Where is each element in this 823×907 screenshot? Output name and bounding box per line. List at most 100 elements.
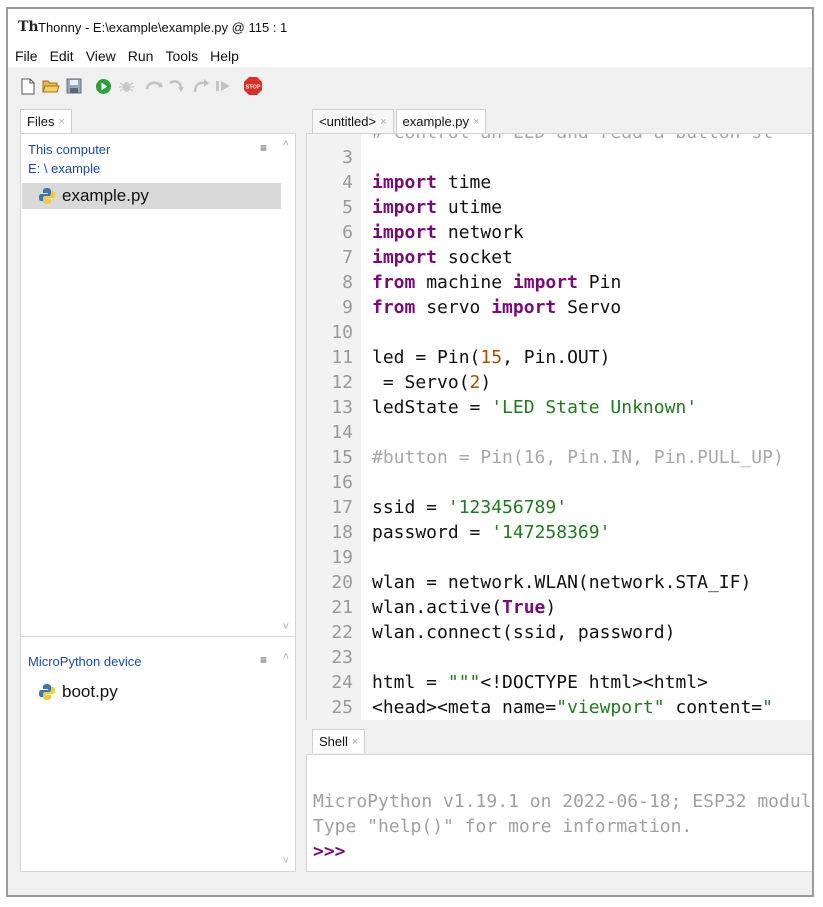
menu-view[interactable]: View [79, 48, 121, 64]
line-number: 20 [331, 572, 353, 593]
code-line: import network [372, 222, 524, 243]
line-number: 25 [331, 697, 353, 718]
menu-file[interactable]: File [8, 48, 43, 64]
tab-shell-label: Shell [319, 734, 348, 749]
code-line: <head><meta name="viewport" content=" [372, 697, 773, 718]
files-panel-computer: This computer E: \ example ≡ ˄ example.p… [20, 133, 296, 638]
tab-shell[interactable]: Shell × [312, 729, 366, 753]
code-line: wlan = network.WLAN(network.STA_IF) [372, 572, 752, 593]
line-number: 14 [331, 422, 353, 443]
code-line: from machine import Pin [372, 272, 622, 293]
new-file-icon[interactable] [18, 76, 38, 96]
menu-tools[interactable]: Tools [158, 48, 203, 64]
line-number: 18 [331, 522, 353, 543]
line-number: 4 [342, 172, 353, 193]
line-number: 11 [331, 347, 353, 368]
thonny-app-icon: Th [18, 19, 39, 35]
title-bar: Th Thonny - E:\example\example.py @ 115 … [8, 9, 812, 45]
line-number: 21 [331, 597, 353, 618]
stop-label: STOP [246, 85, 261, 91]
code-line-partial: # control an LED and read a button st [372, 134, 773, 145]
line-number: 12 [331, 372, 353, 393]
stop-icon[interactable]: STOP [243, 76, 263, 96]
tab-untitled[interactable]: <untitled> × [312, 109, 394, 133]
window-title: Thonny - E:\example\example.py @ 115 : 1 [38, 19, 288, 35]
code-line: ledState = 'LED State Unknown' [372, 397, 698, 418]
code-line: wlan.connect(ssid, password) [372, 622, 676, 643]
computer-path[interactable]: E: \ example [28, 161, 100, 176]
menu-help[interactable]: Help [203, 48, 244, 64]
code-editor[interactable]: # control an LED and read a button st 3 4… [306, 133, 812, 720]
panel-menu-icon[interactable]: ≡ [260, 653, 267, 667]
this-computer-link[interactable]: This computer [28, 142, 110, 157]
tab-example-label: example.py [402, 114, 470, 129]
code-line: #button = Pin(16, Pin.IN, Pin.PULL_UP) [372, 447, 784, 468]
line-number: 13 [331, 397, 353, 418]
line-number: 15 [331, 447, 353, 468]
line-number: 8 [342, 272, 353, 293]
file-name: example.py [62, 186, 149, 205]
code-line: password = '147258369' [372, 522, 611, 543]
shell-prompt[interactable]: >>> [313, 839, 346, 864]
open-file-icon[interactable] [41, 76, 61, 96]
close-icon[interactable]: × [380, 116, 386, 128]
line-number: 7 [342, 247, 353, 268]
shell-banner-line: MicroPython v1.19.1 on 2022-06-18; ESP32… [313, 791, 812, 812]
code-line: wlan.active(True) [372, 597, 557, 618]
menu-run[interactable]: Run [121, 48, 159, 64]
python-file-icon [39, 684, 55, 700]
micropython-device-heading[interactable]: MicroPython device [28, 654, 141, 669]
toolbar: STOP [8, 71, 812, 101]
resume-icon[interactable] [214, 76, 234, 96]
shell-console[interactable]: MicroPython v1.19.1 on 2022-06-18; ESP32… [306, 754, 812, 872]
code-line: led = Pin(15, Pin.OUT) [372, 347, 611, 368]
line-number: 10 [331, 322, 353, 343]
line-number: 3 [342, 147, 353, 168]
thonny-window: Th Thonny - E:\example\example.py @ 115 … [6, 7, 814, 897]
line-number: 16 [331, 472, 353, 493]
shell-tabbar: Shell × [312, 729, 367, 753]
code-line: from servo import Servo [372, 297, 622, 318]
menu-bar: File Edit View Run Tools Help [8, 45, 812, 67]
python-file-icon [39, 188, 55, 204]
code-line: import time [372, 172, 492, 193]
tab-files-label: Files [27, 114, 55, 129]
file-item[interactable]: boot.py [22, 679, 281, 705]
step-out-icon[interactable] [191, 76, 211, 96]
code-line: ssid = '123456789' [372, 497, 568, 518]
tab-untitled-label: <untitled> [319, 114, 377, 129]
files-panel-device: MicroPython device ≡ ˄ boot.py ˅ [20, 636, 296, 872]
close-icon[interactable]: × [352, 736, 358, 748]
line-number: 9 [342, 297, 353, 318]
close-icon[interactable]: × [473, 116, 479, 128]
files-tabbar: Files × [20, 109, 74, 133]
line-number: 19 [331, 547, 353, 568]
scroll-up-icon[interactable]: ˄ [283, 651, 289, 663]
editor-tabbar: <untitled> × example.py × [312, 109, 488, 133]
debug-icon[interactable] [116, 76, 136, 96]
run-icon[interactable] [93, 76, 113, 96]
code-line: import utime [372, 197, 503, 218]
line-number: 24 [331, 672, 353, 693]
scroll-down-icon[interactable]: ˅ [283, 621, 289, 633]
file-item[interactable]: example.py [22, 183, 281, 209]
code-line: html = """<!DOCTYPE html><html> [372, 672, 708, 693]
panel-menu-icon[interactable]: ≡ [260, 141, 267, 155]
shell-help-line: Type "help()" for more information. [313, 816, 693, 837]
line-number: 6 [342, 222, 353, 243]
line-number: 22 [331, 622, 353, 643]
line-number: 17 [331, 497, 353, 518]
scroll-down-icon[interactable]: ˅ [283, 855, 289, 867]
scroll-up-icon[interactable]: ˄ [283, 138, 289, 150]
tab-files[interactable]: Files × [20, 109, 72, 133]
tab-example-py[interactable]: example.py × [395, 109, 487, 133]
save-icon[interactable] [64, 76, 84, 96]
step-over-icon[interactable] [145, 76, 165, 96]
menu-edit[interactable]: Edit [43, 48, 79, 64]
file-name: boot.py [62, 682, 118, 701]
line-number: 5 [342, 197, 353, 218]
code-line: = Servo(2) [372, 372, 492, 393]
line-number: 23 [331, 647, 353, 668]
close-icon[interactable]: × [58, 116, 64, 128]
step-into-icon[interactable] [168, 76, 188, 96]
